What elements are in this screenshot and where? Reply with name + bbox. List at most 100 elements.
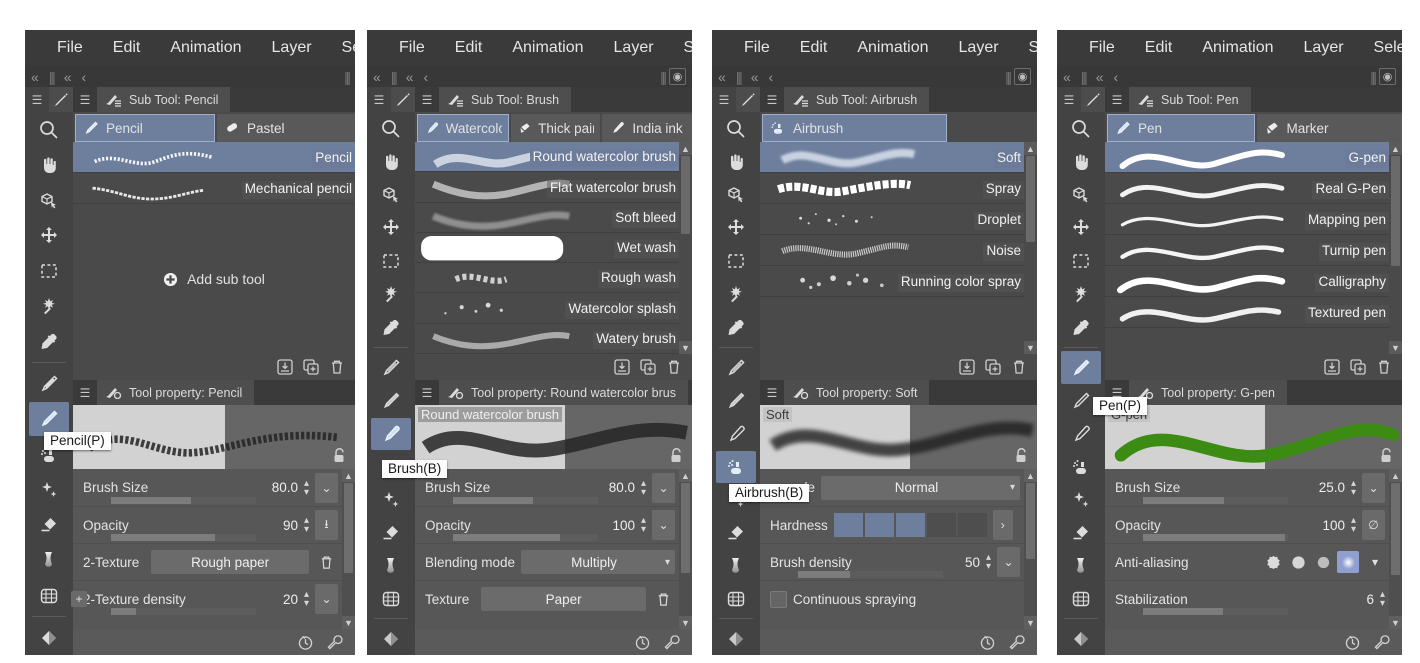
tool-eraser[interactable] [716,517,756,549]
property-scrollbar[interactable]: ▲ ▼ [1389,469,1402,629]
tool-move-layer[interactable] [29,219,69,253]
prop-slider[interactable] [111,497,256,504]
subtool-menu-icon[interactable]: ☰ [1105,93,1129,107]
list-item[interactable]: Round watercolor brush [415,142,679,173]
list-item[interactable]: G-pen [1105,142,1389,173]
aa-none-icon[interactable] [1262,551,1284,573]
delete-texture-icon[interactable] [315,547,338,577]
prop-brush-size[interactable]: Brush Size 80.0 ▴ ▾ ⌄ [73,469,342,506]
collapse-left-icon[interactable]: « [1063,69,1071,85]
tool-gradient[interactable] [716,583,756,615]
list-item[interactable]: Turnip pen [1105,235,1389,266]
menu-item-file[interactable]: File [399,39,425,57]
back-chevron-icon[interactable]: ‹ [769,69,774,85]
menu-item-select[interactable]: Select [342,39,355,57]
tool-tab-pen-icon[interactable] [1081,87,1105,112]
sub-tool-list[interactable]: Round watercolor brush Flat watercolor b… [415,142,679,354]
collapse-left-icon-2[interactable]: « [64,69,72,85]
tool-auto-select[interactable] [1061,278,1101,310]
blending-mode-combo[interactable]: Multiply ▾ [521,550,675,574]
delete-texture-icon[interactable] [652,584,675,614]
tool-hand[interactable] [371,146,411,178]
scroll-up-icon[interactable]: ▲ [1389,469,1402,482]
collapse-left-icon-2[interactable]: « [751,69,759,85]
list-item[interactable]: Spray [760,173,1024,204]
prop-stabilization[interactable]: Stabilization 6 ▴ ▾ [1105,580,1389,617]
tool-marquee[interactable] [716,245,756,277]
stepper-icon[interactable]: ▴ ▾ [1351,516,1356,535]
tool-gradient[interactable] [29,579,69,613]
tool-pencil[interactable] [716,385,756,417]
stepper-icon[interactable]: ▴ ▾ [1351,478,1356,497]
drag-grip-icon[interactable]: ||| [49,69,56,85]
menu-item-animation[interactable]: Animation [857,39,928,57]
subtool-tab[interactable]: Sub Tool: Pencil [97,87,231,112]
collapse-left-icon-2[interactable]: « [406,69,414,85]
stepper-icon[interactable]: ▴ ▾ [641,478,646,497]
scroll-up-icon[interactable]: ▲ [1389,142,1402,155]
menu-item-layer[interactable]: Layer [614,39,654,57]
tool-menu-icon[interactable]: ☰ [712,93,736,107]
prop-slider[interactable] [1143,497,1288,504]
sub-tool-list[interactable]: Soft Spray Droplet Noise Running color s… [760,142,1024,354]
stepper-icon[interactable]: ▴ ▾ [304,590,309,609]
list-item[interactable]: Pencil [73,142,355,173]
scroll-down-icon[interactable]: ▼ [1389,616,1402,629]
prop-brush-size[interactable]: Brush Size 25.0 ▴ ▾ ⌄ [1105,469,1389,506]
aa-low-icon[interactable] [1287,551,1309,573]
tool-group-thick-paint[interactable]: Thick paint [510,114,601,142]
menu-item-layer[interactable]: Layer [1304,39,1344,57]
menu-item-file[interactable]: File [1089,39,1115,57]
menu-item-edit[interactable]: Edit [455,39,483,57]
tool-pen[interactable] [1061,351,1101,384]
tool-rotate-canvas[interactable] [371,179,411,211]
list-item[interactable]: Wet wash [415,232,679,264]
aa-high-icon[interactable] [1337,551,1359,573]
anti-aliasing-cells[interactable] [1262,551,1359,573]
tool-move-layer[interactable] [1061,212,1101,244]
tool-group-marker[interactable]: Marker [1256,114,1402,142]
tool-hand[interactable] [1061,146,1101,178]
tool-menu-icon[interactable]: ☰ [1057,93,1081,107]
scroll-down-icon[interactable]: ▼ [1024,341,1037,354]
prop-slider[interactable] [1143,534,1288,541]
scroll-down-icon[interactable]: ▼ [679,341,692,354]
stepper-icon[interactable]: ▴ ▾ [641,516,646,535]
menu-item-file[interactable]: File [57,39,83,57]
toolprop-tab[interactable]: Tool property: Soft [784,380,930,405]
tool-decoration[interactable] [1061,484,1101,516]
lock-icon[interactable] [1379,447,1394,464]
collapse-left-icon-2[interactable]: « [1096,69,1104,85]
tool-group-airbrush[interactable]: Airbrush [762,114,947,142]
tool-eyedropper[interactable] [29,325,69,359]
tool-pencil[interactable] [371,385,411,417]
drag-grip-icon-right[interactable]: ||| [344,69,351,85]
tool-group-pen[interactable]: Pen [1107,114,1255,142]
toolprop-tab[interactable]: Tool property: G-pen [1129,380,1287,405]
property-scrollbar[interactable]: ▲ ▼ [342,469,355,629]
tool-fill[interactable] [1061,623,1101,655]
property-scrollbar[interactable]: ▲ ▼ [1024,469,1037,629]
scroll-down-icon[interactable]: ▼ [679,616,692,629]
tool-auto-select[interactable] [716,278,756,310]
target-icon[interactable]: ◉ [669,68,686,85]
list-item[interactable]: Watery brush [415,323,679,354]
scroll-up-icon[interactable]: ▲ [679,469,692,482]
drag-grip-icon[interactable]: ||| [391,69,398,85]
tool-marquee[interactable] [29,254,69,288]
tool-rotate-canvas[interactable] [1061,179,1101,211]
prop-badge-chevrons[interactable]: ⌄ [997,547,1020,577]
tool-decoration[interactable] [29,473,69,507]
stepper-icon[interactable]: ▴ ▾ [304,478,309,497]
prop-anti-aliasing[interactable]: Anti-aliasing ▾ [1105,543,1389,580]
list-item[interactable]: Noise [760,235,1024,266]
tool-blend[interactable] [716,550,756,582]
list-item[interactable]: Mapping pen [1105,204,1389,235]
target-icon[interactable]: ◉ [1014,68,1031,85]
add-sub-tool-button[interactable]: Add sub tool [73,204,355,354]
tool-group-watercolor[interactable]: Watercolor [417,114,509,142]
tool-brush[interactable] [371,417,411,450]
prop-slider[interactable] [453,497,598,504]
menu-item-animation[interactable]: Animation [170,39,241,57]
collapse-left-icon[interactable]: « [373,69,381,85]
